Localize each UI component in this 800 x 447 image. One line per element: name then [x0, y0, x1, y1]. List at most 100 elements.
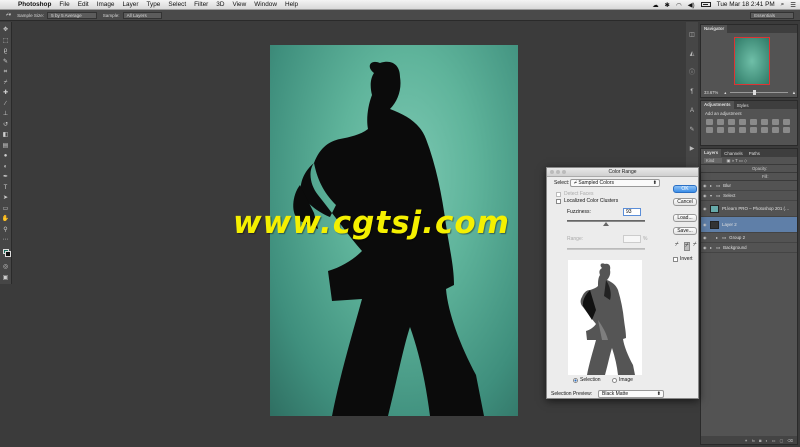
menu-select[interactable]: Select [164, 1, 190, 8]
path-select-icon[interactable]: ➤ [2, 194, 10, 202]
zoom-value[interactable]: 33.67% [704, 90, 718, 95]
close-icon[interactable] [550, 170, 554, 174]
visibility-icon[interactable]: ◉ [703, 222, 710, 227]
gradient-map-icon[interactable] [772, 127, 779, 133]
layer-row[interactable]: ◉ ▾ ▭ Select [701, 191, 797, 201]
menu-3d[interactable]: 3D [212, 1, 228, 8]
tab-styles[interactable]: Styles [734, 103, 752, 108]
zoom-out-icon[interactable]: ▴ [724, 90, 726, 95]
menu-view[interactable]: View [228, 1, 250, 8]
volume-icon[interactable]: ◀) [688, 1, 695, 9]
selection-radio[interactable] [573, 378, 578, 383]
menu-help[interactable]: Help [281, 1, 302, 8]
selective-color-icon[interactable] [783, 127, 790, 133]
filter-icons[interactable]: ▣ ◑ T ▭ ◇ [726, 158, 747, 163]
tab-layers[interactable]: Layers [701, 149, 722, 157]
sample-size-select[interactable]: 5 by 5 Average [47, 11, 97, 19]
layer-row-selected[interactable]: ◉ Layer 2 [701, 217, 797, 233]
adjustment-layer-icon[interactable]: ◐ [765, 438, 767, 443]
brightness-icon[interactable] [706, 119, 713, 125]
menu-edit[interactable]: Edit [74, 1, 93, 8]
fx-icon[interactable]: fx [752, 438, 755, 443]
crop-tool-icon[interactable]: ⌗ [2, 68, 10, 76]
shape-tool-icon[interactable]: ▭ [2, 205, 10, 213]
layer-row[interactable]: ◉ ▸ ▭ Background [701, 243, 797, 253]
menu-app[interactable]: Photoshop [14, 1, 55, 8]
background-color-swatch[interactable] [4, 251, 11, 257]
layer-row[interactable]: ◉ ▸ ▭ Group 2 [701, 233, 797, 243]
link-icon[interactable]: ⚭ [744, 438, 747, 443]
invert-checkbox[interactable] [673, 257, 678, 262]
navigator-thumbnail[interactable] [734, 37, 770, 85]
move-tool-icon[interactable]: ✥ [2, 26, 10, 34]
minimize-icon[interactable] [556, 170, 560, 174]
photo-filter-icon[interactable] [706, 127, 713, 133]
menu-window[interactable]: Window [250, 1, 281, 8]
menu-layer[interactable]: Layer [118, 1, 142, 8]
clone-stamp-icon[interactable]: ⊥ [2, 110, 10, 118]
localized-clusters-checkbox[interactable] [556, 199, 561, 204]
eyedropper-icon[interactable]: ⌿ [675, 242, 679, 249]
selection-preview-select[interactable]: Black Matte [598, 390, 664, 398]
zoom-slider[interactable] [730, 90, 788, 95]
layer-row[interactable]: ◉ ▸ ▭ Blur [701, 181, 797, 191]
channel-mixer-icon[interactable] [717, 127, 724, 133]
zoom-in-icon[interactable]: ▲ [792, 90, 796, 95]
hue-saturation-icon[interactable] [761, 119, 768, 125]
tab-paths[interactable]: Paths [746, 151, 763, 156]
visibility-icon[interactable]: ◉ [703, 193, 710, 198]
actions-icon[interactable]: ▶ [689, 146, 696, 153]
fuzziness-slider-handle[interactable] [603, 222, 609, 226]
notifications-icon[interactable]: ☰ [790, 1, 796, 9]
invert-adjustment-icon[interactable] [739, 127, 746, 133]
add-to-sample-icon[interactable]: ⌿ [684, 242, 690, 251]
color-balance-icon[interactable] [772, 119, 779, 125]
select-dropdown[interactable]: ⌿ Sampled Colors [570, 179, 660, 187]
lasso-tool-icon[interactable]: ϱ [2, 47, 10, 55]
quick-mask-icon[interactable]: ◎ [2, 263, 10, 271]
character-icon[interactable]: A [689, 108, 696, 115]
visibility-icon[interactable]: ◉ [703, 245, 710, 250]
vibrance-icon[interactable] [750, 119, 757, 125]
curves-icon[interactable] [728, 119, 735, 125]
hand-tool-icon[interactable]: ✋ [2, 215, 10, 223]
eyedropper-icon[interactable]: ⌿ [2, 79, 10, 87]
layer-row[interactable]: ◉ Pt.learn PRO – Photoshop 201 (… [701, 201, 797, 217]
tab-channels[interactable]: Channels [721, 151, 746, 156]
posterize-icon[interactable] [750, 127, 757, 133]
save-button[interactable]: Save... [673, 227, 697, 235]
properties-icon[interactable]: ◭ [689, 51, 696, 58]
range-slider[interactable] [567, 248, 645, 250]
brush-preset-icon[interactable]: ✎ [689, 127, 696, 134]
levels-icon[interactable] [717, 119, 724, 125]
bluetooth-icon[interactable]: ✱ [665, 1, 670, 9]
history-icon[interactable]: ◫ [689, 32, 696, 39]
pen-tool-icon[interactable]: ✒ [2, 173, 10, 181]
black-white-icon[interactable] [783, 119, 790, 125]
history-brush-icon[interactable]: ↺ [2, 121, 10, 129]
menu-type[interactable]: Type [142, 1, 164, 8]
screen-mode-icon[interactable]: ▣ [2, 274, 10, 282]
subtract-from-sample-icon[interactable]: ⌿ [693, 242, 697, 249]
brush-tool-icon[interactable]: ∕ [2, 100, 10, 108]
visibility-icon[interactable]: ◉ [703, 206, 710, 211]
wifi-icon[interactable]: ◠ [676, 1, 682, 9]
new-group-icon[interactable]: ▭ [772, 438, 776, 443]
info-icon[interactable]: ⓘ [689, 70, 696, 77]
marquee-tool-icon[interactable]: ⬚ [2, 37, 10, 45]
spotlight-icon[interactable]: ⌕ [781, 1, 785, 9]
dodge-tool-icon[interactable]: ◐ [2, 163, 10, 171]
workspace-select[interactable]: Essentials [750, 11, 794, 19]
trash-icon[interactable]: ⌫ [787, 438, 793, 443]
menu-filter[interactable]: Filter [190, 1, 212, 8]
image-radio[interactable] [612, 378, 617, 383]
exposure-icon[interactable] [739, 119, 746, 125]
paragraph-icon[interactable]: ¶ [689, 89, 696, 96]
healing-brush-icon[interactable]: ✚ [2, 89, 10, 97]
ok-button[interactable]: OK [673, 185, 697, 193]
selection-preview[interactable] [568, 260, 642, 375]
threshold-icon[interactable] [761, 127, 768, 133]
battery-icon[interactable] [700, 2, 711, 7]
eraser-tool-icon[interactable]: ◧ [2, 131, 10, 139]
fuzziness-input[interactable]: 93 [623, 208, 641, 216]
